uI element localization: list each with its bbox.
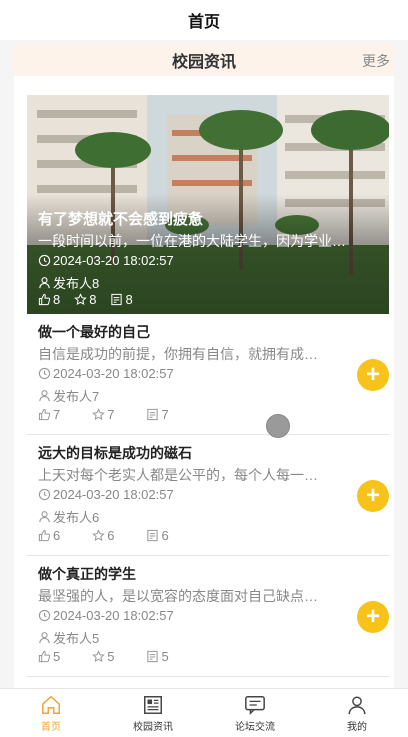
user-icon bbox=[38, 276, 51, 289]
featured-stats: 8 8 8 bbox=[38, 292, 379, 307]
item-comments: 5 bbox=[161, 649, 169, 664]
touch-indicator bbox=[266, 414, 290, 438]
user-icon bbox=[38, 510, 51, 523]
item-likes: 5 bbox=[53, 649, 61, 664]
thumbs-up-icon bbox=[38, 293, 51, 306]
item-date-text: 2024-03-20 18:02:57 bbox=[53, 487, 174, 502]
thumbs-up-icon bbox=[38, 408, 51, 421]
tab-label: 校园资讯 bbox=[133, 721, 173, 733]
item-stats: 7 7 7 bbox=[38, 407, 201, 422]
item-description: 上天对每个老实人都是公平的，每个人每一… bbox=[38, 467, 318, 483]
tab-forum[interactable]: 论坛交流 bbox=[204, 689, 306, 737]
list-item[interactable]: 做个真正的学生 最坚强的人，是以宽容的态度面对自己缺点… 2024-03-20 … bbox=[27, 556, 389, 677]
featured-comments: 8 bbox=[125, 292, 133, 307]
item-stats: 5 5 5 bbox=[38, 649, 201, 664]
comment-icon bbox=[110, 293, 123, 306]
list-item[interactable]: 远大的目标是成功的磁石 上天对每个老实人都是公平的，每个人每一… 2024-03… bbox=[27, 435, 389, 556]
item-publisher: 发布人5 bbox=[38, 628, 99, 647]
section-header: 校园资讯 更多 bbox=[14, 44, 394, 76]
item-favorites: 7 bbox=[107, 407, 115, 422]
tab-label: 首页 bbox=[41, 721, 61, 733]
chat-icon bbox=[245, 695, 265, 715]
item-publisher-text: 发布人7 bbox=[53, 389, 100, 404]
section-title: 校园资讯 bbox=[171, 54, 236, 71]
item-publisher-text: 发布人5 bbox=[53, 631, 100, 646]
item-likes: 7 bbox=[53, 407, 61, 422]
item-comments: 7 bbox=[161, 407, 169, 422]
item-favorites: 6 bbox=[107, 528, 115, 543]
user-icon bbox=[348, 695, 366, 714]
featured-date-text: 2024-03-20 18:02:57 bbox=[53, 253, 174, 268]
thumbs-up-icon bbox=[38, 529, 51, 542]
tab-news[interactable]: 校园资讯 bbox=[102, 689, 204, 737]
item-comments: 6 bbox=[161, 528, 169, 543]
item-publisher: 发布人7 bbox=[38, 386, 99, 405]
star-icon bbox=[92, 529, 106, 542]
comment-icon bbox=[146, 408, 159, 421]
item-publisher: 发布人6 bbox=[38, 507, 99, 526]
featured-date: 2024-03-20 18:02:57 bbox=[38, 253, 379, 268]
item-date-text: 2024-03-20 18:02:57 bbox=[53, 608, 174, 623]
item-title: 远大的目标是成功的磁石 bbox=[38, 445, 192, 461]
add-button[interactable]: + bbox=[357, 359, 389, 391]
featured-description: 一段时间以前，一位在港的大陆学生，因为学业… bbox=[38, 233, 346, 249]
add-button[interactable]: + bbox=[357, 601, 389, 633]
comment-icon bbox=[146, 650, 159, 663]
item-date: 2024-03-20 18:02:57 bbox=[38, 366, 174, 381]
top-bar: 首页 bbox=[0, 0, 408, 40]
tab-home[interactable]: 首页 bbox=[0, 689, 102, 737]
featured-title: 有了梦想就不会感到疲惫 bbox=[38, 211, 204, 228]
item-title: 做个真正的学生 bbox=[38, 566, 136, 582]
page-title: 首页 bbox=[187, 14, 220, 31]
item-favorites: 5 bbox=[107, 649, 115, 664]
featured-article[interactable]: 有了梦想就不会感到疲惫 一段时间以前，一位在港的大陆学生，因为学业… 2024-… bbox=[27, 95, 389, 314]
clock-icon bbox=[38, 254, 51, 267]
thumbs-up-icon bbox=[38, 650, 51, 663]
item-stats: 6 6 6 bbox=[38, 528, 201, 543]
tab-label: 论坛交流 bbox=[235, 721, 275, 733]
comment-icon bbox=[146, 529, 159, 542]
home-icon bbox=[42, 695, 60, 714]
item-likes: 6 bbox=[53, 528, 61, 543]
item-description: 自信是成功的前提，你拥有自信，就拥有成… bbox=[38, 346, 318, 362]
bottom-tab-bar: 首页 校园资讯 论坛交流 我的 bbox=[0, 688, 408, 737]
user-icon bbox=[38, 631, 51, 644]
clock-icon bbox=[38, 609, 51, 622]
star-icon bbox=[92, 650, 106, 663]
tab-label: 我的 bbox=[347, 721, 367, 733]
more-link[interactable]: 更多 bbox=[362, 51, 390, 71]
featured-favorites: 8 bbox=[89, 292, 97, 307]
featured-publisher-text: 发布人8 bbox=[53, 276, 100, 291]
featured-publisher: 发布人8 bbox=[38, 273, 379, 292]
featured-likes: 8 bbox=[53, 292, 61, 307]
item-date-text: 2024-03-20 18:02:57 bbox=[53, 366, 174, 381]
star-icon bbox=[74, 293, 88, 306]
clock-icon bbox=[38, 367, 51, 380]
item-date: 2024-03-20 18:02:57 bbox=[38, 487, 174, 502]
clock-icon bbox=[38, 488, 51, 501]
tab-profile[interactable]: 我的 bbox=[306, 689, 408, 737]
news-section: 校园资讯 更多 有了梦想就不会感到疲惫 一段时间以前，一位在港的大陆学生，因为学… bbox=[14, 44, 394, 688]
item-description: 最坚强的人，是以宽容的态度面对自己缺点… bbox=[38, 588, 318, 604]
item-publisher-text: 发布人6 bbox=[53, 510, 100, 525]
item-date: 2024-03-20 18:02:57 bbox=[38, 608, 174, 623]
list-item[interactable]: 做一个最好的自己 自信是成功的前提，你拥有自信，就拥有成… 2024-03-20… bbox=[27, 314, 389, 435]
user-icon bbox=[38, 389, 51, 402]
add-button[interactable]: + bbox=[357, 480, 389, 512]
news-icon bbox=[144, 695, 162, 714]
star-icon bbox=[92, 408, 106, 421]
item-title: 做一个最好的自己 bbox=[38, 324, 150, 340]
